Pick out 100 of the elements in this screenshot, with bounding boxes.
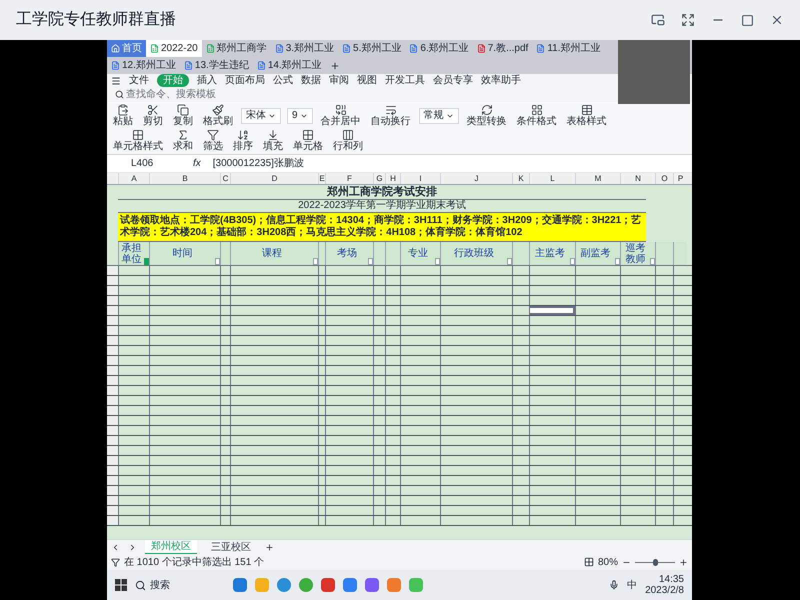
copy-icon [177,104,189,116]
ribbon-button[interactable]: 排序 [231,129,255,152]
zoom-in-icon[interactable] [679,558,688,566]
zoom-slider[interactable] [635,558,675,566]
formula-field[interactable]: [3000012235]张鹏波 [212,156,304,171]
ribbon-button[interactable]: 自动换行 [368,104,413,127]
input-method[interactable]: 中 [627,578,638,592]
font-select[interactable]: 9 [287,108,313,124]
ribbon-button[interactable]: 填充 [261,129,285,152]
zoom-level[interactable]: 80% [598,554,618,570]
filter-dropdown-icon[interactable] [368,258,373,265]
ribbon-button[interactable]: 单元格样式 [111,129,165,152]
ribbon-button[interactable]: 格式刷 [201,104,235,127]
ribbon-button[interactable]: 筛选 [201,129,225,152]
maximize-icon[interactable] [741,14,754,26]
app-icon[interactable] [365,578,379,592]
expand-icon[interactable] [681,13,695,27]
add-sheet-icon[interactable] [265,542,274,552]
column-header[interactable]: C [220,173,230,184]
column-header[interactable]: F [325,173,373,184]
filter-dropdown-icon[interactable] [507,258,512,265]
document-tab[interactable]: 13.学生违纪 [180,57,253,74]
column-header[interactable]: O [655,173,673,184]
app-icon[interactable] [277,578,291,592]
column-header[interactable]: K [512,173,529,184]
normal-view-icon[interactable] [584,557,594,567]
microphone-icon[interactable] [609,580,620,590]
document-tab[interactable]: 3.郑州工业 [270,40,338,57]
document-tab[interactable]: 首页 [107,40,146,57]
column-header[interactable]: N [620,173,655,184]
video-placeholder [618,40,690,104]
menu-tab[interactable]: 公式 [273,74,293,87]
previous-sheet-icon[interactable] [111,542,120,552]
column-header[interactable]: M [575,173,620,184]
column-header[interactable]: A [118,173,149,184]
column-header[interactable]: H [385,173,400,184]
app-icon[interactable] [233,578,247,592]
column-header[interactable]: D [230,173,318,184]
column-header[interactable]: P [673,173,687,184]
menu-tab[interactable]: 文件 [129,74,149,87]
filter-dropdown-icon[interactable] [650,258,655,265]
app-icon[interactable] [343,578,357,592]
ribbon-button[interactable]: 类型转换 [464,104,509,127]
document-tab[interactable]: 郑州工商学 [202,40,271,57]
filter-icon [111,558,120,566]
ribbon-button[interactable]: 复制 [171,104,195,127]
menu-tab[interactable]: 视图 [357,74,377,87]
cell-reference[interactable]: L406 [131,156,181,171]
filter-dropdown-icon[interactable] [313,258,318,265]
ribbon-button[interactable]: 单元格 [291,129,325,152]
column-header[interactable]: I [400,173,440,184]
filter-dropdown-icon[interactable] [435,258,440,265]
column-header[interactable]: G [373,173,385,184]
ribbon-button[interactable]: 求和 [171,129,195,152]
ribbon-button[interactable]: 粘贴 [111,104,135,127]
font-select[interactable]: 常规 [418,108,459,124]
sheet-tab[interactable]: 三亚校区 [205,540,257,554]
close-icon[interactable] [770,13,784,27]
column-header[interactable]: B [149,173,220,184]
picture-in-picture-icon[interactable] [651,13,665,27]
document-tab[interactable]: 12.郑州工业 [107,57,180,74]
function-label[interactable]: fx [193,156,201,171]
document-tab[interactable]: 2022-20 [146,40,202,57]
menu-tab[interactable]: 插入 [197,74,217,87]
ribbon-button[interactable]: 表格样式 [564,104,609,127]
ribbon-button[interactable]: 剪切 [141,104,165,127]
header-label: 课程 [261,248,283,259]
taskbar-search-field[interactable]: 搜索 [135,578,225,592]
font-select[interactable]: 宋体 [241,108,281,124]
app-icon[interactable] [299,578,313,592]
menu-tab[interactable]: 审阅 [329,74,349,87]
filter-dropdown-icon[interactable] [215,258,220,265]
menu-icon[interactable] [111,76,121,86]
menu-tab[interactable]: 数据 [301,74,321,87]
new-tab-icon[interactable] [330,60,340,70]
menu-tab[interactable]: 会员专享 [433,74,473,87]
document-tab[interactable]: 11.郑州工业 [532,40,604,57]
column-header[interactable]: J [440,173,512,184]
command-search-field[interactable]: 查找命令、搜索模板 [115,87,226,102]
table-icon [580,104,593,116]
document-tab[interactable]: 6.郑州工业 [405,40,473,57]
column-header[interactable]: L [529,173,575,184]
ribbon-button[interactable]: 合并居中 [318,104,363,127]
next-sheet-icon[interactable] [128,542,137,552]
document-tab[interactable]: 7.教...pdf [472,40,532,57]
ribbon-button[interactable]: 条件格式 [514,104,559,127]
app-icon[interactable] [321,578,335,592]
filter-dropdown-icon[interactable] [615,258,620,265]
menu-tab[interactable]: 开发工具 [385,74,425,87]
app-icon[interactable] [387,578,401,592]
windows-logo-icon[interactable] [115,579,127,591]
column-header[interactable]: E [318,173,325,184]
header-label: 承担单位 [120,242,142,264]
menu-tab[interactable]: 效率助手 [481,74,521,87]
document-tab[interactable]: 5.郑州工业 [338,40,406,57]
document-tab[interactable]: 14.郑州工业 [252,57,326,74]
zoom-slider-thumb[interactable] [653,558,658,566]
filter-dropdown-icon[interactable] [570,258,575,265]
menu-tab[interactable]: 页面布局 [225,74,265,87]
ribbon-button[interactable]: 行和列 [331,129,365,152]
